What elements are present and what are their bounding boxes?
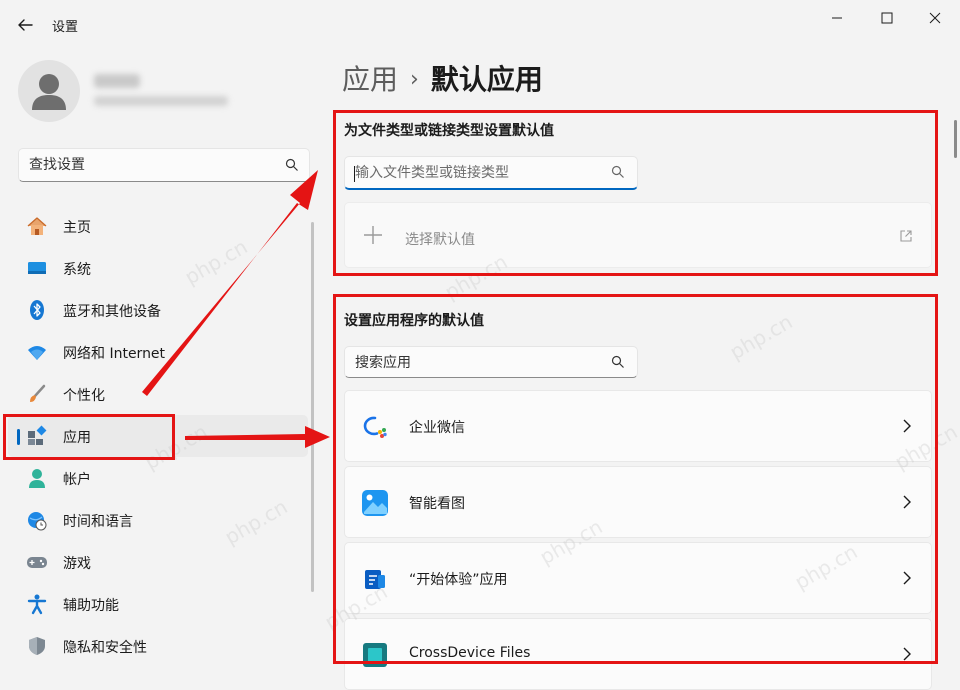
- app-defaults-section-title: 设置应用程序的默认值: [344, 310, 484, 330]
- wifi-icon: [26, 341, 48, 363]
- app-row-crossdevice[interactable]: CrossDevice Files: [344, 618, 932, 690]
- app-search[interactable]: [344, 346, 638, 378]
- sidebar-item-label: 帐户: [63, 469, 91, 489]
- app-search-input[interactable]: [355, 353, 595, 373]
- app-row-get-started[interactable]: “开始体验”应用: [344, 542, 932, 614]
- person-icon: [18, 60, 80, 122]
- app-name: 智能看图: [409, 493, 465, 513]
- choose-default-label: 选择默认值: [405, 229, 475, 249]
- sidebar-item-accounts[interactable]: 帐户: [8, 457, 308, 499]
- app-row-image-viewer[interactable]: 智能看图: [344, 466, 932, 538]
- file-type-search[interactable]: [344, 156, 638, 190]
- page-title: 默认应用: [431, 63, 543, 96]
- sidebar-item-label: 网络和 Internet: [63, 343, 165, 363]
- app-row-wecom[interactable]: 企业微信: [344, 390, 932, 462]
- plus-icon: [363, 225, 383, 245]
- sidebar-item-label: 系统: [63, 259, 91, 279]
- title-bar: 设置: [0, 0, 960, 50]
- breadcrumb-separator: ›: [410, 67, 419, 92]
- back-button[interactable]: [12, 12, 40, 38]
- user-email-redacted: [94, 96, 228, 106]
- search-icon: [285, 158, 299, 172]
- globe-clock-icon: [26, 509, 48, 531]
- main-scrollbar[interactable]: [954, 120, 957, 158]
- sidebar-item-label: 主页: [63, 217, 91, 237]
- sidebar-item-privacy[interactable]: 隐私和安全性: [8, 625, 308, 667]
- choose-default-card[interactable]: 选择默认值: [344, 202, 932, 268]
- maximize-button[interactable]: [872, 8, 902, 28]
- search-icon: [611, 355, 625, 369]
- sidebar-item-label: 蓝牙和其他设备: [63, 301, 161, 321]
- sidebar-item-network[interactable]: 网络和 Internet: [8, 331, 308, 373]
- accessibility-icon: [26, 593, 48, 615]
- watermark-text: php.cn: [726, 309, 797, 364]
- sidebar-item-personalization[interactable]: 个性化: [8, 373, 308, 415]
- sidebar-item-gaming[interactable]: 游戏: [8, 541, 308, 583]
- sidebar-item-home[interactable]: 主页: [8, 205, 308, 247]
- sidebar-item-label: 个性化: [63, 385, 105, 405]
- external-link-icon: [899, 229, 913, 243]
- close-icon: [920, 8, 950, 28]
- chevron-right-icon: [901, 418, 913, 434]
- wecom-icon: [361, 413, 389, 441]
- sidebar-item-apps[interactable]: 应用: [8, 415, 308, 457]
- file-type-search-input[interactable]: [355, 163, 595, 183]
- settings-search-input[interactable]: [29, 155, 269, 175]
- sidebar-item-system[interactable]: 系统: [8, 247, 308, 289]
- gamepad-icon: [26, 551, 48, 573]
- apps-icon: [26, 425, 48, 447]
- back-arrow-icon: [12, 12, 40, 38]
- shield-icon: [26, 635, 48, 657]
- chevron-right-icon: [901, 570, 913, 586]
- maximize-icon: [872, 8, 902, 28]
- breadcrumb: 应用 › 默认应用: [342, 58, 543, 98]
- sidebar-nav: 主页 系统 蓝牙和其他设备 网络和 Internet 个性化 应: [8, 205, 308, 667]
- close-button[interactable]: [920, 8, 950, 28]
- monitor-icon: [26, 257, 48, 279]
- app-name: CrossDevice Files: [409, 645, 530, 661]
- sidebar-item-label: 时间和语言: [63, 511, 133, 531]
- sidebar-item-label: 游戏: [63, 553, 91, 573]
- paintbrush-icon: [26, 383, 48, 405]
- user-card[interactable]: [18, 60, 308, 126]
- app-name: “开始体验”应用: [409, 569, 508, 589]
- active-indicator: [17, 429, 20, 445]
- minimize-icon: [822, 8, 852, 28]
- window-title: 设置: [52, 16, 78, 35]
- sidebar-item-time-language[interactable]: 时间和语言: [8, 499, 308, 541]
- sidebar-item-label: 辅助功能: [63, 595, 119, 615]
- chevron-right-icon: [901, 494, 913, 510]
- settings-search[interactable]: [18, 148, 310, 182]
- sidebar-item-accessibility[interactable]: 辅助功能: [8, 583, 308, 625]
- sidebar-item-bluetooth[interactable]: 蓝牙和其他设备: [8, 289, 308, 331]
- app-name: 企业微信: [409, 417, 465, 437]
- minimize-button[interactable]: [822, 8, 852, 28]
- bluetooth-icon: [26, 299, 48, 321]
- sidebar-item-label: 应用: [63, 427, 91, 447]
- user-name-redacted: [94, 74, 140, 88]
- sidebar-item-label: 隐私和安全性: [63, 637, 147, 657]
- search-icon: [611, 165, 625, 179]
- avatar: [18, 60, 80, 122]
- chevron-right-icon: [901, 646, 913, 662]
- file-type-section-title: 为文件类型或链接类型设置默认值: [344, 120, 554, 140]
- home-icon: [26, 215, 48, 237]
- sidebar-scrollbar[interactable]: [311, 222, 314, 592]
- crossdevice-icon: [361, 641, 389, 669]
- get-started-icon: [361, 565, 389, 593]
- breadcrumb-parent[interactable]: 应用: [342, 63, 398, 96]
- image-viewer-icon: [361, 489, 389, 517]
- account-icon: [26, 467, 48, 489]
